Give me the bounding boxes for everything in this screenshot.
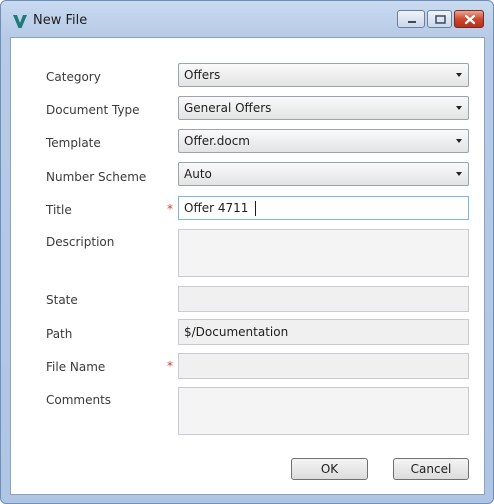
path-value: $/Documentation bbox=[184, 325, 289, 339]
file-name-required-marker: * bbox=[167, 359, 173, 373]
cancel-button[interactable]: Cancel bbox=[393, 458, 469, 480]
close-button[interactable] bbox=[454, 10, 484, 28]
state-label: State bbox=[46, 293, 78, 307]
template-value: Offer.docm bbox=[184, 134, 250, 148]
template-label: Template bbox=[46, 136, 101, 150]
category-select[interactable]: Offers bbox=[178, 63, 469, 87]
title-value: Offer 4711 bbox=[184, 201, 249, 215]
document-type-select[interactable]: General Offers bbox=[178, 96, 469, 120]
title-label: Title bbox=[46, 203, 72, 217]
state-field bbox=[178, 286, 469, 312]
chevron-down-icon bbox=[456, 106, 462, 110]
file-name-field[interactable] bbox=[178, 353, 469, 379]
title-bar[interactable]: New File bbox=[1, 1, 493, 37]
category-label: Category bbox=[46, 70, 101, 84]
path-field: $/Documentation bbox=[178, 319, 469, 345]
app-logo-icon bbox=[13, 15, 27, 28]
close-icon bbox=[464, 14, 476, 25]
maximize-icon bbox=[435, 15, 446, 24]
document-type-value: General Offers bbox=[184, 101, 272, 115]
ok-button[interactable]: OK bbox=[291, 458, 368, 480]
dialog-body: Category Offers Document Type General Of… bbox=[10, 37, 485, 495]
number-scheme-select[interactable]: Auto bbox=[178, 162, 469, 186]
description-label: Description bbox=[46, 235, 115, 249]
path-label: Path bbox=[46, 327, 73, 341]
chevron-down-icon bbox=[456, 139, 462, 143]
category-value: Offers bbox=[184, 68, 221, 82]
comments-field[interactable] bbox=[178, 387, 469, 435]
minimize-button[interactable] bbox=[397, 10, 425, 28]
chevron-down-icon bbox=[456, 73, 462, 77]
number-scheme-label: Number Scheme bbox=[46, 170, 147, 184]
document-type-label: Document Type bbox=[46, 103, 140, 117]
description-field[interactable] bbox=[178, 229, 469, 277]
comments-label: Comments bbox=[46, 393, 112, 407]
number-scheme-value: Auto bbox=[184, 167, 212, 181]
chevron-down-icon bbox=[456, 172, 462, 176]
title-required-marker: * bbox=[167, 202, 173, 216]
text-caret bbox=[255, 201, 256, 216]
minimize-icon bbox=[408, 21, 416, 23]
file-name-label: File Name bbox=[46, 360, 106, 374]
template-select[interactable]: Offer.docm bbox=[178, 129, 469, 153]
new-file-dialog: New File Category Offers Document Type G… bbox=[0, 0, 494, 504]
window-title: New File bbox=[33, 13, 88, 28]
title-input[interactable]: Offer 4711 bbox=[178, 196, 469, 220]
maximize-button[interactable] bbox=[427, 10, 452, 28]
